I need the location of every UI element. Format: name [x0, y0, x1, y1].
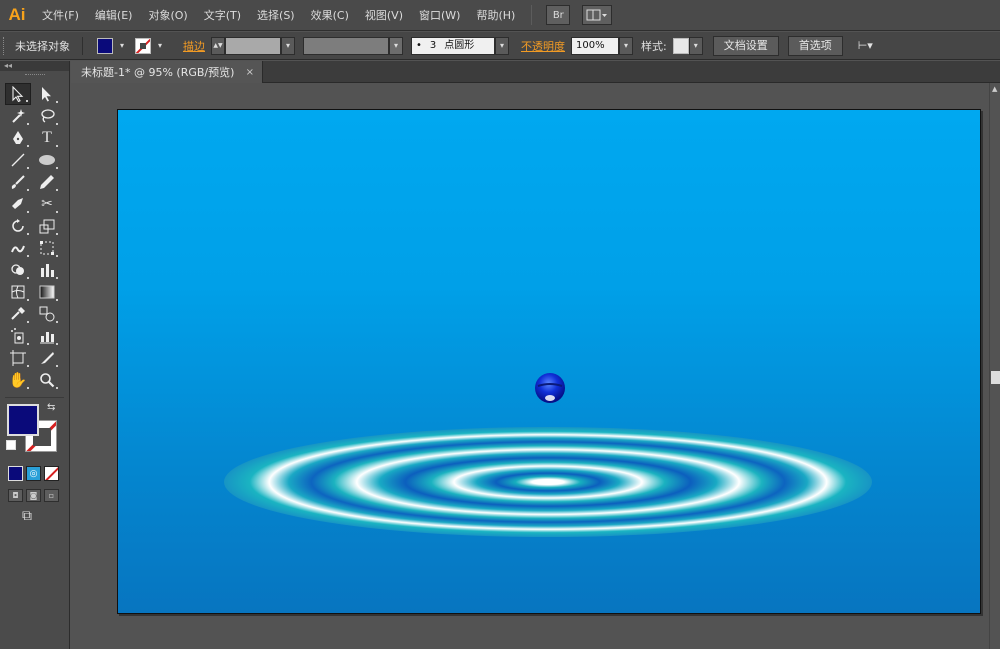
- menu-window[interactable]: 窗口(W): [411, 0, 468, 31]
- water-droplet[interactable]: [535, 373, 565, 403]
- ripple-artwork[interactable]: [118, 110, 981, 614]
- scale-tool-icon[interactable]: [34, 215, 60, 237]
- fill-swatch[interactable]: [7, 404, 39, 436]
- scissors-tool-icon[interactable]: ✂: [34, 193, 60, 215]
- selection-tool-icon[interactable]: [5, 83, 31, 105]
- stroke-weight-stepper[interactable]: ▲▼: [211, 36, 225, 55]
- menu-help[interactable]: 帮助(H): [468, 0, 523, 31]
- vertical-scrollbar[interactable]: ▲: [989, 83, 1000, 649]
- draw-behind-icon[interactable]: ◙: [26, 489, 41, 502]
- scrollbar-thumb[interactable]: [991, 371, 1000, 384]
- rotate-tool-icon[interactable]: [5, 215, 31, 237]
- bridge-button[interactable]: Br: [546, 5, 571, 25]
- paintbrush-tool-icon[interactable]: [5, 171, 31, 193]
- type-tool-icon[interactable]: T: [34, 127, 60, 149]
- line-segment-tool-icon[interactable]: [5, 149, 31, 171]
- blend-tool-icon[interactable]: [34, 303, 60, 325]
- brush-definition-field[interactable]: • 3 点圆形: [411, 36, 495, 55]
- ellipse-tool-icon[interactable]: [34, 149, 60, 171]
- stroke-dropdown[interactable]: ▾: [153, 37, 167, 55]
- gradient-mode-icon[interactable]: ◎: [26, 466, 41, 481]
- none-mode-icon[interactable]: [44, 466, 59, 481]
- scroll-up-icon[interactable]: ▲: [992, 85, 997, 93]
- menu-separator: [531, 5, 533, 25]
- stroke-weight-field[interactable]: [225, 36, 281, 55]
- menu-select[interactable]: 选择(S): [249, 0, 303, 31]
- stroke-weight-dropdown[interactable]: ▾: [281, 36, 295, 55]
- free-transform-tool-icon[interactable]: [34, 237, 60, 259]
- document-tab[interactable]: 未标题-1* @ 95% (RGB/预览) ×: [71, 61, 263, 83]
- tools-collapse-button[interactable]: ◂◂: [0, 61, 69, 71]
- menu-view[interactable]: 视图(V): [357, 0, 411, 31]
- draw-normal-icon[interactable]: ◘: [8, 489, 23, 502]
- screen-mode-icon[interactable]: ⧉: [0, 504, 69, 528]
- color-mode-icon[interactable]: [8, 466, 23, 481]
- eyedropper-tool-icon[interactable]: [5, 303, 31, 325]
- pencil-tool-icon[interactable]: [34, 171, 60, 193]
- variable-width-profile[interactable]: [303, 36, 389, 55]
- magic-wand-tool-icon[interactable]: [5, 105, 31, 127]
- blob-brush-tool-icon[interactable]: [5, 193, 31, 215]
- close-tab-icon[interactable]: ×: [246, 67, 254, 78]
- brush-dropdown[interactable]: ▾: [495, 36, 509, 55]
- slice-tool-icon[interactable]: [34, 347, 60, 369]
- tools-panel: ◂◂ T ✂ ✋ ⇆ ◎ ◘ ◙ ▫ ⧉: [0, 61, 70, 649]
- opacity-field[interactable]: 100%: [571, 36, 619, 55]
- selection-status: 未选择对象: [15, 39, 70, 53]
- style-dropdown[interactable]: ▾: [688, 36, 703, 55]
- swap-fill-stroke-icon[interactable]: ⇆: [47, 402, 55, 413]
- canvas-workspace[interactable]: [71, 83, 989, 649]
- app-logo: Ai: [8, 5, 26, 24]
- brush-size: 3: [429, 39, 437, 51]
- tools-grip[interactable]: [0, 71, 69, 79]
- artboard-tool-icon[interactable]: [5, 347, 31, 369]
- hand-tool-icon[interactable]: ✋: [5, 369, 31, 391]
- document-setup-button[interactable]: 文档设置: [712, 35, 779, 56]
- menu-file[interactable]: 文件(F): [34, 0, 87, 31]
- symbol-sprayer-tool-icon[interactable]: [5, 325, 31, 347]
- menu-effect[interactable]: 效果(C): [303, 0, 357, 31]
- mesh-tool-icon[interactable]: [5, 281, 31, 303]
- artboard[interactable]: [117, 109, 981, 614]
- fill-stroke-controls: ⇆: [5, 402, 64, 460]
- fill-color-swatch[interactable]: [97, 37, 113, 54]
- control-bar: 未选择对象 ▾ ▾ 描边 ▲▼ ▾ ▾ • 3 点圆形 ▾ 不透明度 100% …: [0, 32, 1000, 60]
- opacity-label[interactable]: 不透明度: [515, 38, 571, 54]
- document-tab-title: 未标题-1* @ 95% (RGB/预览): [81, 66, 235, 79]
- arrange-documents-button[interactable]: [582, 5, 613, 25]
- gradient-tool-icon[interactable]: [34, 281, 60, 303]
- stroke-label[interactable]: 描边: [177, 38, 211, 54]
- tools-divider: [5, 397, 64, 398]
- drawing-modes: ◘ ◙ ▫: [0, 483, 69, 504]
- zoom-tool-icon[interactable]: [34, 369, 60, 391]
- control-separator: [82, 36, 83, 55]
- style-label: 样式:: [641, 39, 667, 53]
- column-graph-tool-icon[interactable]: [34, 325, 60, 347]
- pen-tool-icon[interactable]: [5, 127, 31, 149]
- document-tab-bar: 未标题-1* @ 95% (RGB/预览) ×: [71, 61, 1000, 83]
- lasso-tool-icon[interactable]: [34, 105, 60, 127]
- menu-object[interactable]: 对象(O): [140, 0, 195, 31]
- opacity-dropdown[interactable]: ▾: [619, 36, 633, 55]
- preferences-button[interactable]: 首选项: [787, 35, 843, 56]
- stroke-color-swatch[interactable]: [135, 37, 151, 54]
- graph-tool-icon[interactable]: [34, 259, 60, 281]
- direct-selection-tool-icon[interactable]: [34, 83, 60, 105]
- ripple-rings[interactable]: [224, 427, 872, 537]
- menu-type[interactable]: 文字(T): [196, 0, 249, 31]
- arrange-icon[interactable]: ⊢▾: [852, 39, 879, 52]
- style-swatch[interactable]: [672, 37, 689, 54]
- shape-builder-tool-icon[interactable]: [5, 259, 31, 281]
- brush-shape: 点圆形: [444, 39, 475, 51]
- menu-bar: Ai 文件(F) 编辑(E) 对象(O) 文字(T) 选择(S) 效果(C) 视…: [0, 0, 1000, 31]
- fill-dropdown[interactable]: ▾: [115, 37, 129, 55]
- color-modes: ◎: [0, 464, 69, 483]
- menu-edit[interactable]: 编辑(E): [87, 0, 141, 31]
- arrange-documents-icon: [586, 9, 608, 21]
- draw-inside-icon[interactable]: ▫: [44, 489, 59, 502]
- brush-dot-icon: •: [416, 39, 422, 51]
- profile-dropdown[interactable]: ▾: [389, 36, 403, 55]
- default-fill-stroke-icon[interactable]: [6, 440, 16, 450]
- warp-tool-icon[interactable]: [5, 237, 31, 259]
